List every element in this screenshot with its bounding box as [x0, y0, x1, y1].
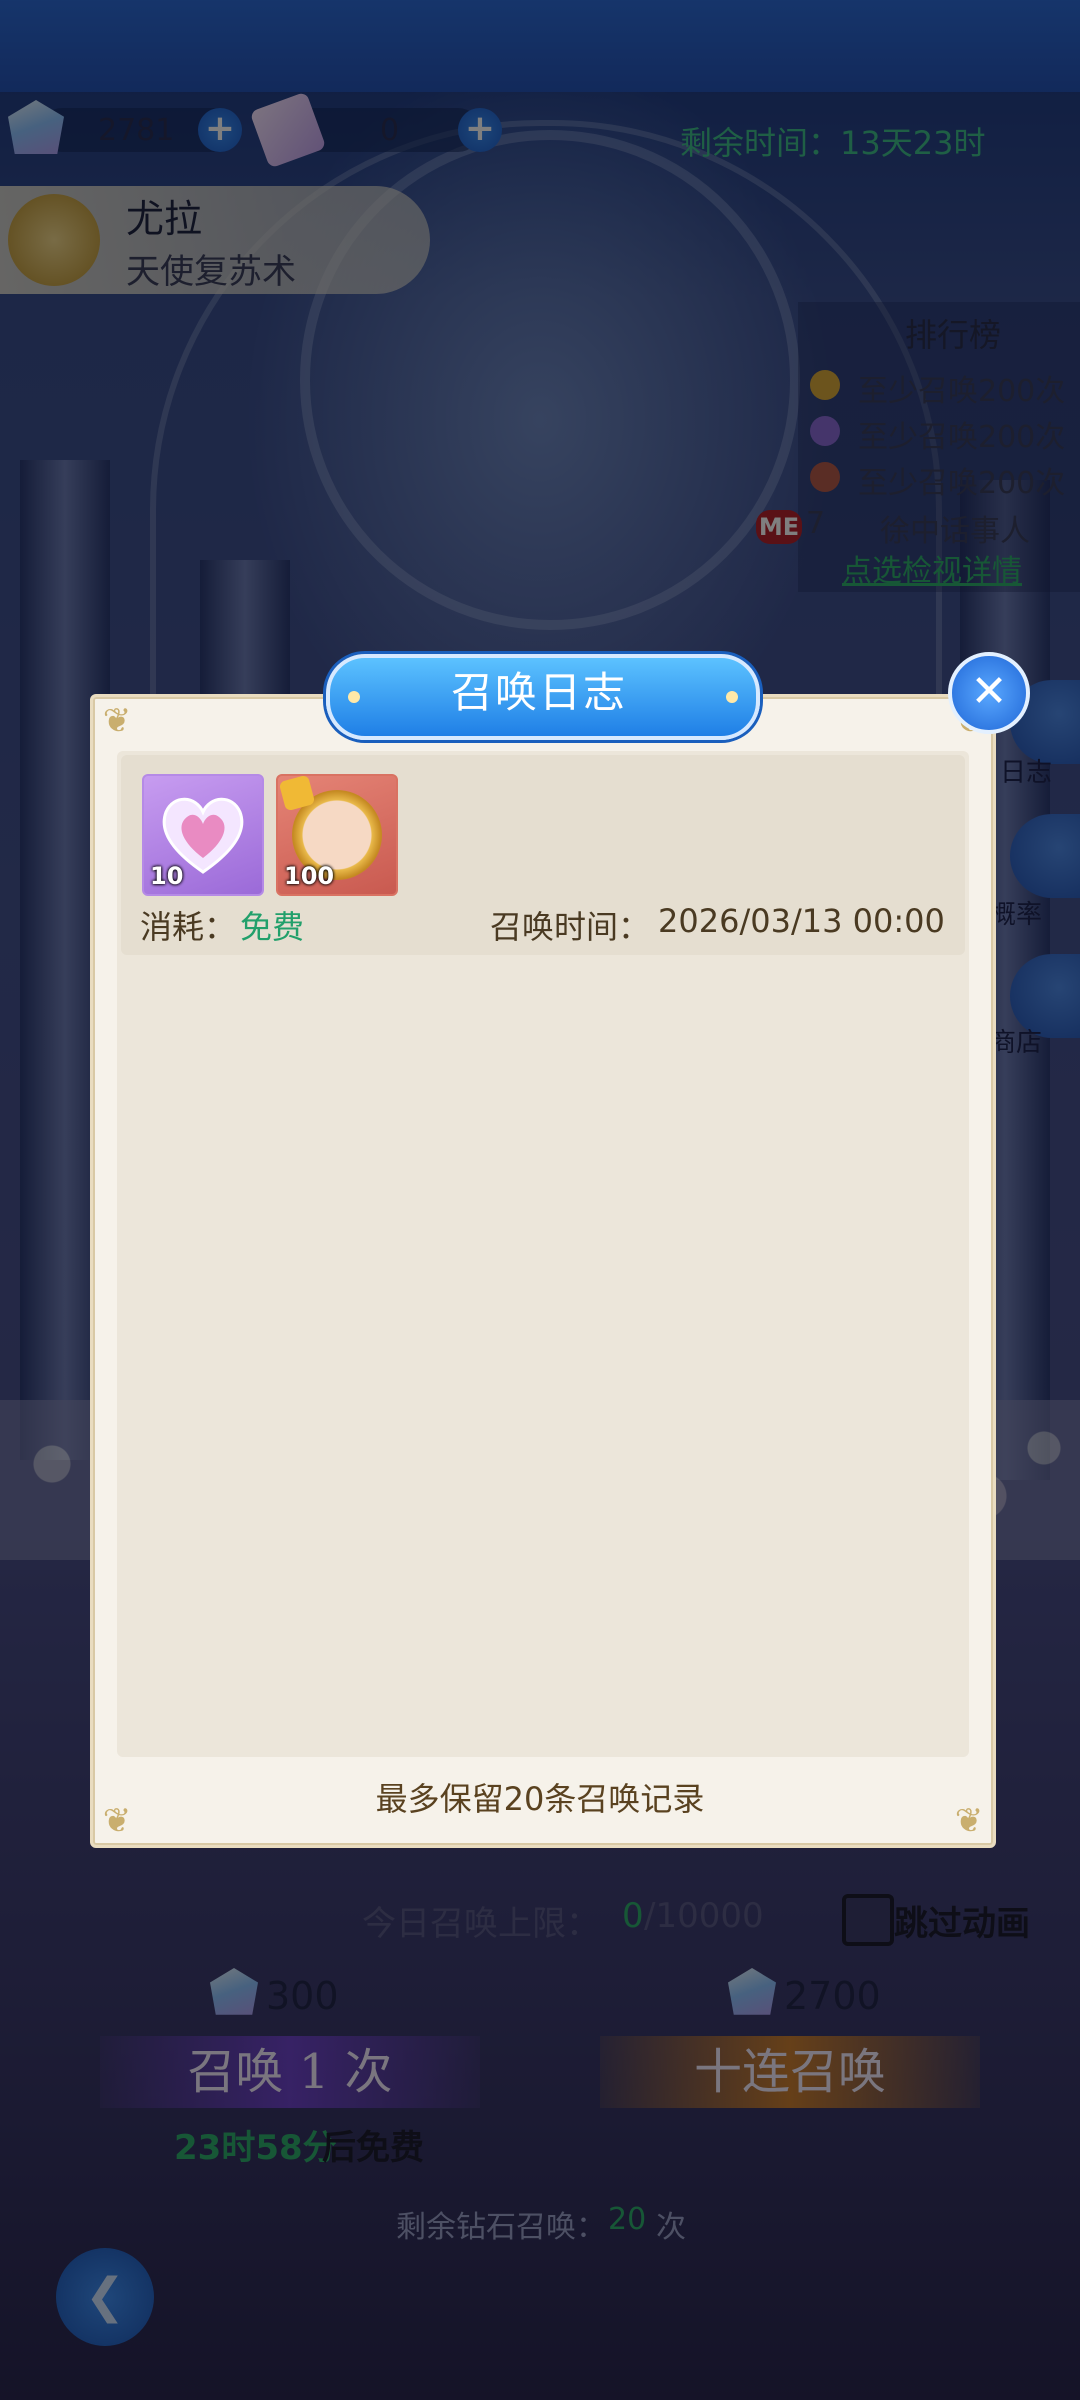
cost-label: 消耗： [140, 908, 237, 946]
close-button[interactable]: ✕ [948, 652, 1030, 734]
corner-ornament-icon: ❦ [102, 701, 132, 741]
summon-time-label: 召唤时间： [490, 908, 651, 946]
reward-item-angel-coin[interactable]: 100 [276, 774, 398, 896]
item-count: 100 [284, 862, 335, 890]
log-retention-note: 最多保留20条召唤记录 [375, 1780, 705, 1818]
close-icon: ✕ [970, 666, 1008, 717]
reward-item-heart-gem[interactable]: 10 [142, 774, 264, 896]
cost-value: 免费 [240, 908, 305, 946]
item-count: 10 [150, 862, 184, 890]
dialog-title: 召唤日志 [450, 668, 627, 717]
summon-time-value: 2026/03/13 00:00 [658, 902, 945, 940]
